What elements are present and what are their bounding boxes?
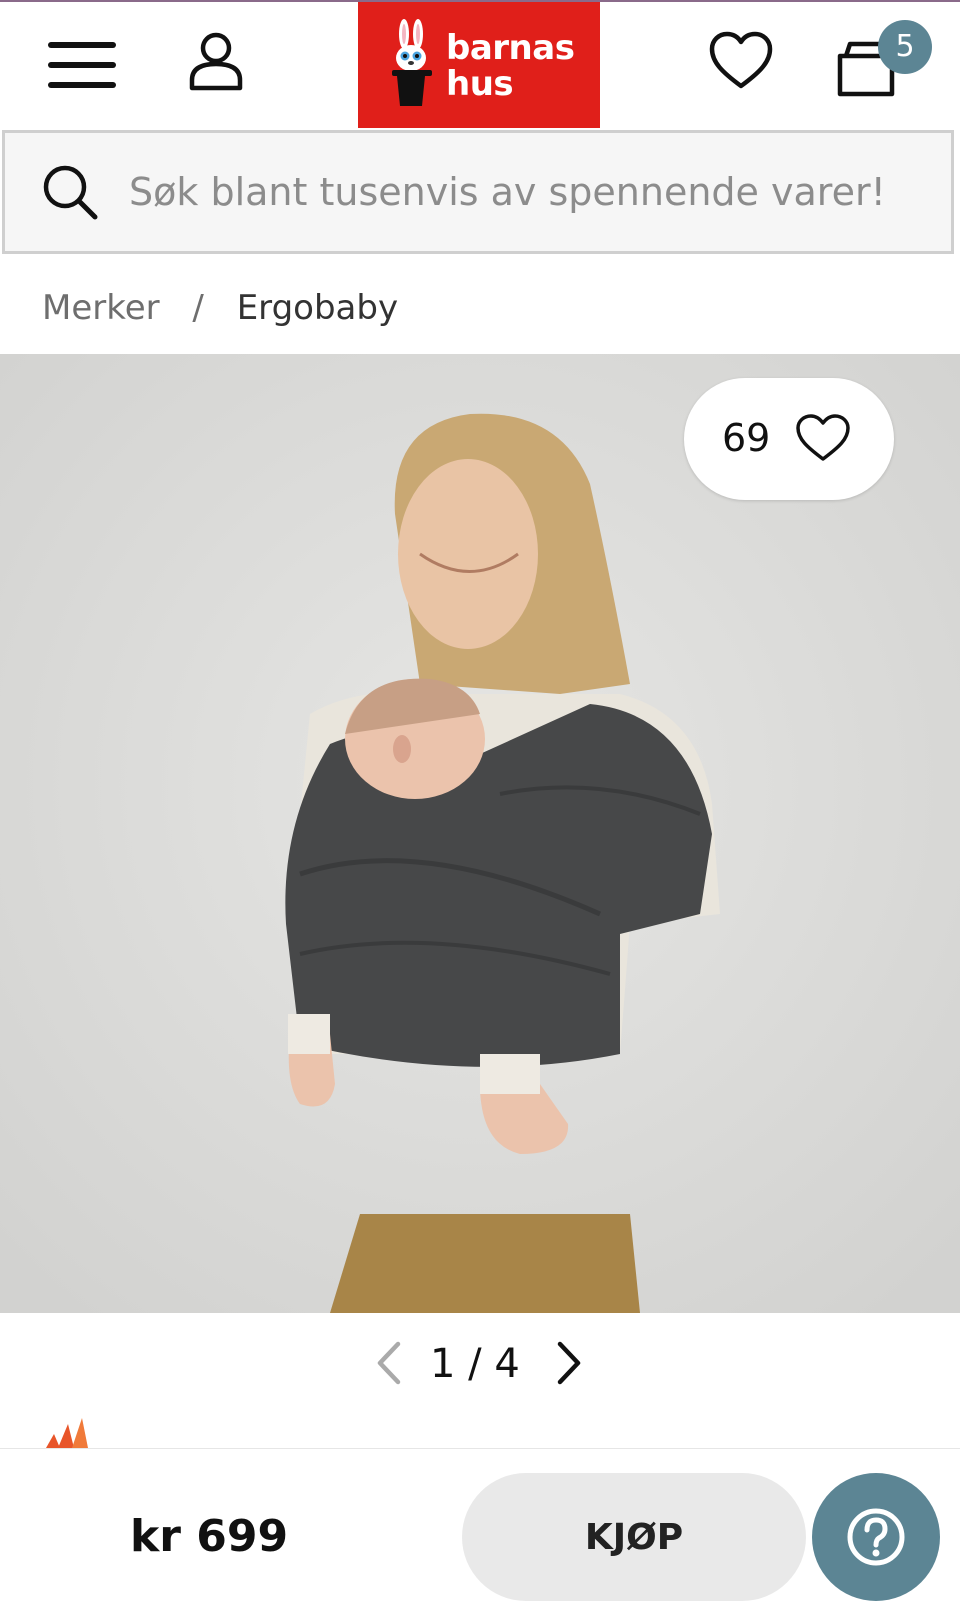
user-account-icon[interactable] (188, 30, 244, 92)
search-bar (2, 130, 954, 254)
logo-line-1: barnas (446, 28, 575, 68)
hamburger-menu-icon[interactable] (48, 42, 116, 90)
cart-button[interactable]: 5 (836, 20, 936, 100)
breadcrumb-item-brands[interactable]: Merker (42, 288, 160, 328)
chevron-right-icon[interactable] (552, 1338, 586, 1388)
breadcrumb: Merker / Ergobaby (42, 288, 398, 328)
help-button[interactable] (812, 1473, 940, 1601)
buy-button[interactable]: KJØP (462, 1473, 806, 1601)
pager-indicator: 1 / 4 (430, 1341, 520, 1387)
breadcrumb-item-current: Ergobaby (236, 288, 399, 328)
site-header: barnas hus 5 (0, 2, 960, 128)
partial-brand-logo-icon (46, 1418, 88, 1448)
wishlist-heart-icon[interactable] (708, 30, 774, 92)
search-input[interactable] (129, 163, 929, 221)
logo-line-2: hus (446, 64, 514, 104)
chevron-left-icon[interactable] (372, 1338, 406, 1388)
barnas-hus-logo[interactable]: barnas hus (358, 2, 600, 128)
like-count: 69 (722, 416, 771, 460)
cart-count-badge: 5 (878, 20, 932, 74)
like-button[interactable]: 69 (684, 378, 894, 500)
rabbit-in-hat-icon (392, 19, 432, 106)
logo-text: barnas hus (446, 28, 575, 104)
product-price: kr 699 (130, 1511, 289, 1562)
help-icon (847, 1508, 905, 1566)
breadcrumb-separator: / (192, 288, 204, 328)
heart-icon (796, 414, 850, 461)
sticky-buy-bar: kr 699 KJØP (0, 1448, 960, 1622)
image-pager: 1 / 4 (0, 1330, 960, 1400)
search-icon[interactable] (41, 163, 99, 221)
